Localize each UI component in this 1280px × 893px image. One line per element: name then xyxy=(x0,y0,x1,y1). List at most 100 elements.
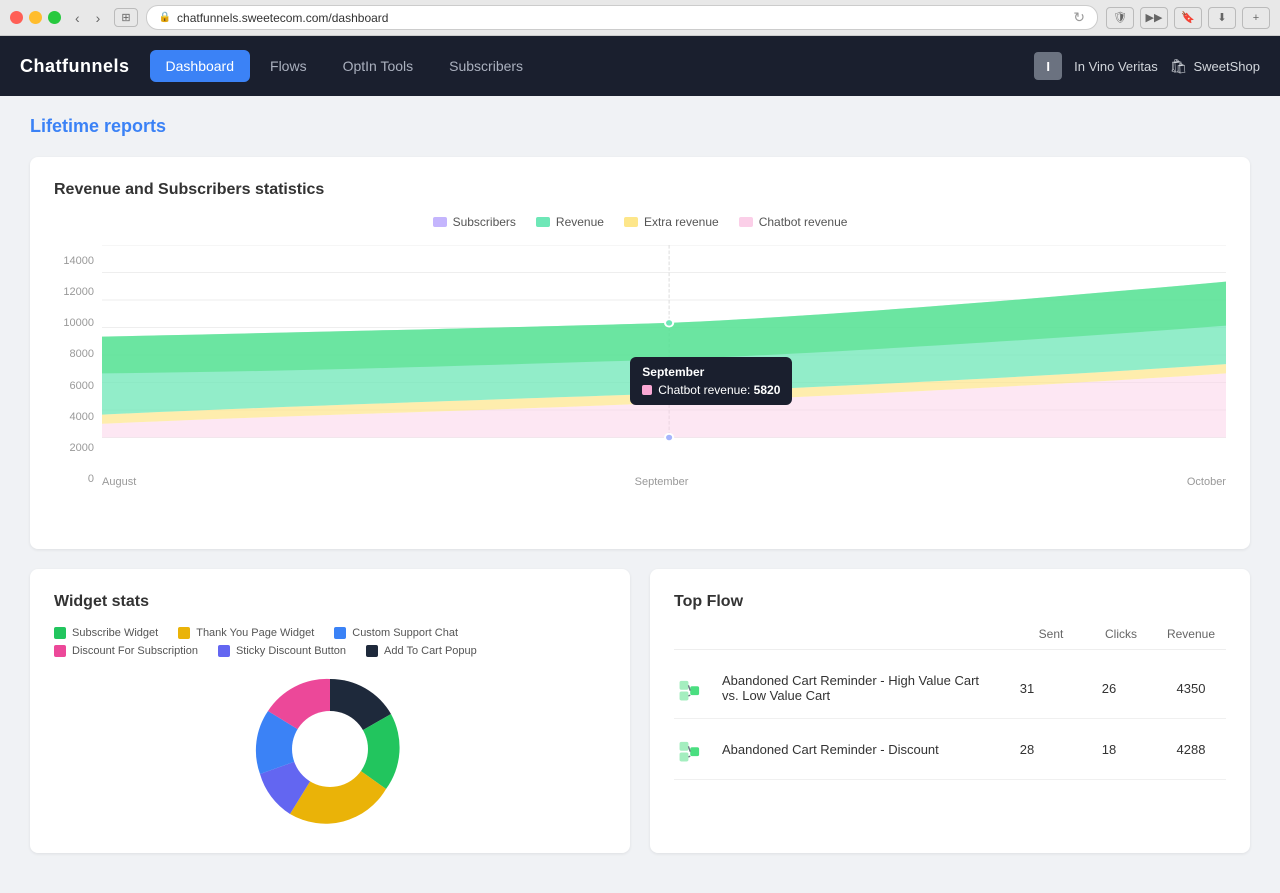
tooltip-row: Chatbot revenue: 5820 xyxy=(642,383,780,397)
legend-discount-sub: Discount For Subscription xyxy=(54,645,198,657)
brand-logo[interactable]: Chatfunnels xyxy=(20,56,130,77)
y-label-0: 0 xyxy=(88,473,94,485)
y-label-4000: 4000 xyxy=(70,411,94,423)
top-flow-card: Top Flow Sent Clicks Revenue xyxy=(650,569,1250,853)
discount-sub-dot xyxy=(54,645,66,657)
col-header-clicks: Clicks xyxy=(1086,627,1156,641)
page-title: Lifetime reports xyxy=(30,116,1250,137)
user-avatar[interactable]: I xyxy=(1034,52,1062,80)
x-label-september: September xyxy=(635,476,689,488)
thankyou-widget-dot xyxy=(178,627,190,639)
browser-window-controls xyxy=(10,11,61,24)
legend-sticky-discount: Sticky Discount Button xyxy=(218,645,346,657)
flow-clicks-2: 18 xyxy=(1074,742,1144,757)
subscribe-widget-dot xyxy=(54,627,66,639)
y-label-14000: 14000 xyxy=(63,255,94,267)
september-dot-top xyxy=(665,319,673,326)
widget-stats-card: Widget stats Subscribe Widget Thank You … xyxy=(30,569,630,853)
ext-bookmark-button[interactable]: 🔖 xyxy=(1174,7,1202,29)
revenue-chart-card: Revenue and Subscribers statistics Subsc… xyxy=(30,157,1250,549)
nav-item-optin-tools[interactable]: OptIn Tools xyxy=(327,50,430,82)
legend-subscribers-label: Subscribers xyxy=(453,215,516,229)
security-icon: 🔒 xyxy=(159,12,171,23)
forward-button[interactable]: › xyxy=(90,8,107,28)
col-header-revenue: Revenue xyxy=(1156,627,1226,641)
widget-legend-row-1: Subscribe Widget Thank You Page Widget C… xyxy=(54,627,606,639)
donut-chart-svg xyxy=(200,659,460,839)
nav-item-dashboard[interactable]: Dashboard xyxy=(150,50,251,82)
close-window-button[interactable] xyxy=(10,11,23,24)
y-label-2000: 2000 xyxy=(70,442,94,454)
flow-clicks-1: 26 xyxy=(1074,681,1144,696)
flow-table-header: Sent Clicks Revenue xyxy=(674,627,1226,650)
refresh-icon[interactable]: ↻ xyxy=(1073,9,1085,26)
url-text: chatfunnels.sweetecom.com/dashboard xyxy=(177,11,388,25)
y-label-8000: 8000 xyxy=(70,348,94,360)
chart-legend: Subscribers Revenue Extra revenue Chatbo… xyxy=(54,215,1226,229)
legend-custom-support: Custom Support Chat xyxy=(334,627,458,639)
donut-chart-area xyxy=(54,669,606,829)
add-to-cart-label: Add To Cart Popup xyxy=(384,645,477,657)
store-name-label: SweetShop xyxy=(1194,59,1261,74)
url-bar[interactable]: 🔒 chatfunnels.sweetecom.com/dashboard ↻ xyxy=(146,5,1098,30)
nav-item-subscribers[interactable]: Subscribers xyxy=(433,50,539,82)
app-navbar: Chatfunnels Dashboard Flows OptIn Tools … xyxy=(0,36,1280,96)
minimize-window-button[interactable] xyxy=(29,11,42,24)
legend-extra-revenue: Extra revenue xyxy=(624,215,719,229)
user-name-label: In Vino Veritas xyxy=(1074,59,1158,74)
browser-chrome: ‹ › ⊞ 🔒 chatfunnels.sweetecom.com/dashbo… xyxy=(0,0,1280,36)
x-label-august: August xyxy=(102,476,136,488)
tooltip-color-dot xyxy=(642,385,652,395)
bottom-section: Widget stats Subscribe Widget Thank You … xyxy=(30,569,1250,873)
y-label-6000: 6000 xyxy=(70,380,94,392)
legend-revenue-label: Revenue xyxy=(556,215,604,229)
widget-legend-row-2: Discount For Subscription Sticky Discoun… xyxy=(54,645,606,657)
y-label-10000: 10000 xyxy=(63,317,94,329)
store-icon: 🛍 xyxy=(1170,58,1188,75)
custom-support-dot xyxy=(334,627,346,639)
x-label-october: October xyxy=(1187,476,1226,488)
legend-revenue-color xyxy=(536,217,550,227)
col-header-sent: Sent xyxy=(1016,627,1086,641)
legend-add-to-cart: Add To Cart Popup xyxy=(366,645,477,657)
custom-support-label: Custom Support Chat xyxy=(352,627,458,639)
flow-sent-2: 28 xyxy=(992,742,1062,757)
ext-shield-button[interactable]: 🛡 xyxy=(1106,7,1134,29)
legend-revenue: Revenue xyxy=(536,215,604,229)
legend-thankyou-widget: Thank You Page Widget xyxy=(178,627,314,639)
flow-row-2: Abandoned Cart Reminder - Discount 28 18… xyxy=(674,719,1226,780)
back-button[interactable]: ‹ xyxy=(69,8,86,28)
store-badge: 🛍 SweetShop xyxy=(1170,58,1260,75)
main-navigation: Dashboard Flows OptIn Tools Subscribers xyxy=(150,50,1015,82)
navbar-right-section: I In Vino Veritas 🛍 SweetShop xyxy=(1034,52,1260,80)
thankyou-widget-label: Thank You Page Widget xyxy=(196,627,314,639)
flow-revenue-2: 4288 xyxy=(1156,742,1226,757)
tooltip-label: Chatbot revenue: 5820 xyxy=(658,383,780,397)
browser-extension-buttons: 🛡 ▶▶ 🔖 ⬇ + xyxy=(1106,7,1270,29)
top-flow-title: Top Flow xyxy=(674,593,1226,611)
legend-extra-revenue-color xyxy=(624,217,638,227)
flow-name-2: Abandoned Cart Reminder - Discount xyxy=(722,742,980,757)
ext-more-button[interactable]: + xyxy=(1242,7,1270,29)
sticky-discount-dot xyxy=(218,645,230,657)
browser-navigation: ‹ › xyxy=(69,8,106,28)
add-to-cart-dot xyxy=(366,645,378,657)
maximize-window-button[interactable] xyxy=(48,11,61,24)
flow-revenue-1: 4350 xyxy=(1156,681,1226,696)
y-label-12000: 12000 xyxy=(63,286,94,298)
flow-name-1: Abandoned Cart Reminder - High Value Car… xyxy=(722,673,980,703)
tooltip-value: 5820 xyxy=(754,383,781,397)
nav-item-flows[interactable]: Flows xyxy=(254,50,323,82)
legend-subscribe-widget: Subscribe Widget xyxy=(54,627,158,639)
ext-download-button[interactable]: ⬇ xyxy=(1208,7,1236,29)
flow-icon-2 xyxy=(674,731,710,767)
tab-view-button[interactable]: ⊞ xyxy=(114,8,137,27)
legend-chatbot-revenue-color xyxy=(739,217,753,227)
legend-chatbot-revenue: Chatbot revenue xyxy=(739,215,848,229)
main-content: Lifetime reports Revenue and Subscribers… xyxy=(0,96,1280,893)
chart-tooltip: September Chatbot revenue: 5820 xyxy=(630,357,792,405)
discount-sub-label: Discount For Subscription xyxy=(72,645,198,657)
ext-play-button[interactable]: ▶▶ xyxy=(1140,7,1168,29)
flow-table: Sent Clicks Revenue Abandone xyxy=(674,627,1226,780)
widget-stats-title: Widget stats xyxy=(54,593,606,611)
